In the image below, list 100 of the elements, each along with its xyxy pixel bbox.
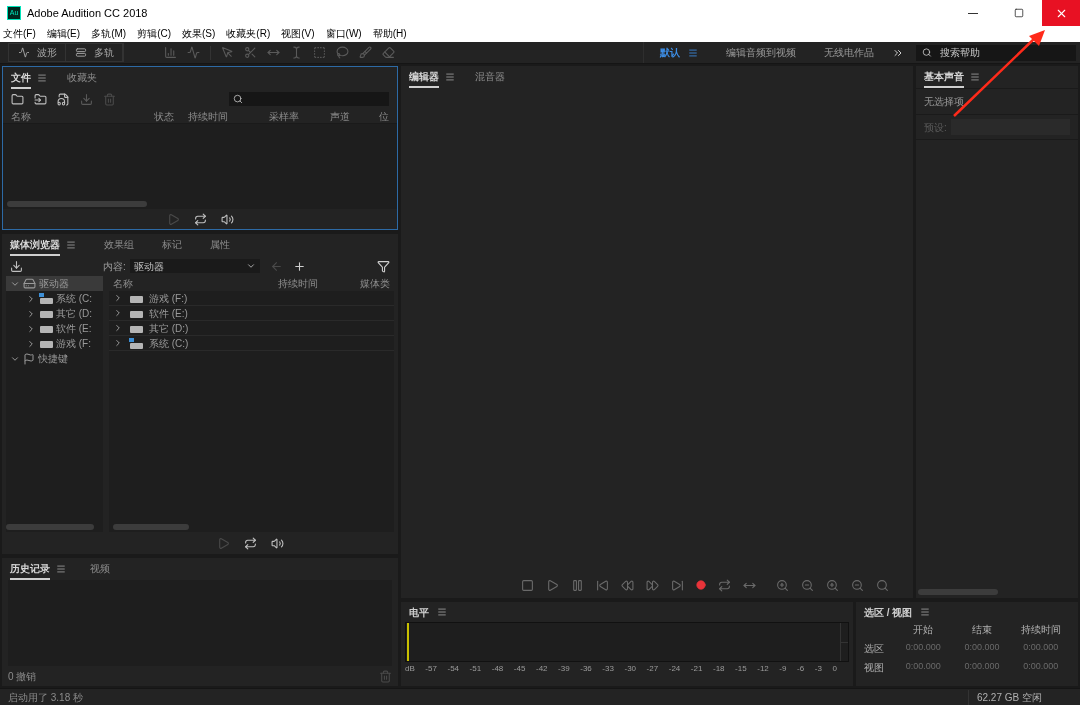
- column-header[interactable]: 名称: [113, 276, 278, 291]
- workspace-tab[interactable]: 编辑音频到视频: [726, 45, 796, 60]
- menu-item[interactable]: 编辑(E): [46, 29, 81, 39]
- zoom-out-icon[interactable]: [801, 578, 814, 592]
- import-icon[interactable]: [34, 92, 47, 106]
- play-icon[interactable]: [216, 536, 230, 550]
- panel-menu-icon[interactable]: [56, 564, 66, 574]
- menu-item[interactable]: 效果(S): [182, 29, 216, 39]
- scrollbar[interactable]: [918, 589, 998, 595]
- scrollbar[interactable]: [113, 524, 189, 530]
- pause-icon[interactable]: [571, 578, 584, 592]
- scrollbar[interactable]: [6, 524, 94, 530]
- zoom-icon[interactable]: [876, 578, 889, 592]
- mode-button[interactable]: 多轨: [66, 44, 123, 61]
- move-tool-icon[interactable]: [221, 46, 234, 59]
- lasso-tool-icon[interactable]: [336, 46, 349, 59]
- column-header[interactable]: 位: [379, 108, 389, 124]
- fast-forward-icon[interactable]: [646, 578, 659, 592]
- panel-tab[interactable]: 标记: [162, 234, 182, 256]
- stop-icon[interactable]: [521, 578, 534, 592]
- content-dropdown[interactable]: 驱动器: [129, 259, 260, 273]
- expander-icon[interactable]: [26, 308, 36, 319]
- skip-back-icon[interactable]: [596, 578, 609, 592]
- trash-icon[interactable]: [379, 669, 392, 683]
- expander-icon[interactable]: [26, 323, 36, 334]
- column-header[interactable]: 声道: [329, 108, 379, 124]
- skip-forward-icon[interactable]: [671, 578, 684, 592]
- column-header[interactable]: 名称: [11, 108, 155, 124]
- scrollbar[interactable]: [7, 201, 147, 207]
- drive-row[interactable]: 其它 (D:): [109, 321, 394, 336]
- panel-menu-icon[interactable]: [37, 73, 47, 83]
- mode-button[interactable]: 波形: [9, 44, 66, 61]
- panel-tab[interactable]: 属性: [210, 234, 230, 256]
- tree-item[interactable]: 驱动器: [6, 276, 103, 291]
- brush-tool-icon[interactable]: [359, 46, 372, 59]
- menu-item[interactable]: 多轨(M): [91, 29, 127, 39]
- menu-item[interactable]: 剪辑(C): [137, 29, 171, 39]
- scale-label: -21: [690, 665, 703, 673]
- panel-menu-icon[interactable]: [437, 607, 447, 617]
- zoom-in-icon[interactable]: [776, 578, 789, 592]
- loop-icon[interactable]: [243, 536, 257, 550]
- drive-icon: [129, 337, 143, 349]
- play-icon[interactable]: [546, 578, 559, 592]
- panel-tab[interactable]: 基本声音: [924, 66, 964, 88]
- panel-tab[interactable]: 视频: [90, 558, 110, 580]
- workspace-tab[interactable]: 默认: [660, 45, 680, 60]
- loop-icon[interactable]: [193, 212, 207, 226]
- panel-tab[interactable]: 编辑器: [409, 66, 439, 88]
- workspace-tab[interactable]: 无线电作品: [824, 45, 874, 60]
- trash-icon[interactable]: [103, 92, 116, 106]
- panel-tab[interactable]: 媒体浏览器: [10, 234, 60, 256]
- menu-item[interactable]: 文件(F): [3, 29, 36, 39]
- tree-item[interactable]: 游戏 (F:: [6, 336, 103, 351]
- back-icon[interactable]: [269, 259, 283, 273]
- tree-item[interactable]: 系统 (C:: [6, 291, 103, 306]
- expander-icon[interactable]: [26, 338, 36, 349]
- column-header[interactable]: 媒体类: [360, 276, 390, 291]
- zoom-in-icon[interactable]: [826, 578, 839, 592]
- drive-row[interactable]: 系统 (C:): [109, 336, 394, 351]
- menu-item[interactable]: 帮助(H): [372, 29, 407, 39]
- panel-title: 电平: [409, 605, 429, 620]
- rewind-icon[interactable]: [621, 578, 634, 592]
- files-search-field[interactable]: [229, 92, 389, 106]
- column-header[interactable]: 状态: [154, 108, 188, 124]
- drive-row[interactable]: 软件 (E:): [109, 306, 394, 321]
- tree-item[interactable]: 软件 (E:: [6, 321, 103, 336]
- zoom-out-icon[interactable]: [851, 578, 864, 592]
- time-selection-tool-icon[interactable]: [290, 46, 303, 59]
- new-file-icon[interactable]: [57, 92, 70, 106]
- folder-icon[interactable]: [11, 92, 24, 106]
- help-search-box[interactable]: 搜索帮助: [916, 44, 1076, 61]
- close-button[interactable]: [1042, 0, 1080, 26]
- panel-menu-icon[interactable]: [970, 72, 980, 82]
- menu-item[interactable]: 窗口(W): [325, 29, 362, 39]
- help-search-field[interactable]: 搜索帮助: [939, 45, 1070, 60]
- play-icon[interactable]: [166, 212, 180, 226]
- download-icon[interactable]: [10, 259, 23, 273]
- menu-item[interactable]: 视图(V): [281, 29, 315, 39]
- record-icon[interactable]: [696, 580, 706, 590]
- razor-tool-icon[interactable]: [244, 46, 257, 59]
- marquee-tool-icon[interactable]: [313, 46, 326, 59]
- drive-row[interactable]: 游戏 (F:): [109, 291, 394, 306]
- expander-icon[interactable]: [26, 293, 36, 304]
- menu-item[interactable]: 收藏夹(R): [226, 29, 271, 39]
- panel-menu-icon[interactable]: [66, 240, 76, 250]
- filter-icon[interactable]: [377, 259, 390, 273]
- tree-item[interactable]: 其它 (D:: [6, 306, 103, 321]
- column-header[interactable]: 采样率: [268, 108, 330, 124]
- panel-tab[interactable]: 文件: [11, 67, 31, 89]
- workspace-menu-icon[interactable]: [688, 47, 698, 58]
- panel-tab[interactable]: 收藏夹: [67, 67, 97, 89]
- panel-tab[interactable]: 效果组: [104, 234, 134, 256]
- panel-menu-icon[interactable]: [920, 607, 931, 617]
- tree-item[interactable]: 快捷键: [6, 351, 103, 366]
- add-icon[interactable]: [292, 259, 306, 273]
- column-header[interactable]: 持续时间: [278, 276, 360, 291]
- insert-icon[interactable]: [80, 92, 93, 106]
- panel-menu-icon[interactable]: [445, 72, 455, 82]
- column-header[interactable]: 持续时间: [187, 108, 269, 124]
- panel-tab[interactable]: 混音器: [475, 66, 505, 88]
